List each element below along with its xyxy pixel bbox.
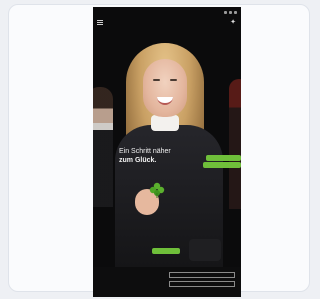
- status-icons: [224, 10, 237, 14]
- phone-screen: ✦ Ein Schritt näher zum Glück.: [93, 7, 241, 297]
- wifi-icon: [229, 10, 232, 14]
- status-bar: [93, 7, 241, 17]
- signal-icon: [224, 10, 227, 14]
- green-tag-1[interactable]: [206, 155, 241, 161]
- background-person-left: [93, 87, 113, 207]
- settings-button[interactable]: [169, 281, 235, 287]
- belt: [189, 239, 221, 261]
- face: [143, 59, 187, 117]
- top-bar: ✦: [93, 18, 241, 28]
- green-tag-3[interactable]: [152, 248, 180, 254]
- cookie-consent-banner: [93, 267, 241, 297]
- clover-icon: [149, 182, 165, 198]
- accept-button[interactable]: [169, 272, 235, 278]
- menu-icon[interactable]: [97, 20, 103, 25]
- eye-right: [170, 79, 177, 81]
- brand-logo-icon[interactable]: ✦: [230, 19, 236, 27]
- headline-line-1: Ein Schritt näher: [119, 148, 171, 155]
- green-tag-2[interactable]: [203, 162, 241, 168]
- background-person-right: [229, 79, 241, 209]
- smile: [157, 97, 173, 105]
- collar: [151, 115, 179, 131]
- eye-left: [153, 79, 160, 81]
- battery-icon: [234, 10, 237, 14]
